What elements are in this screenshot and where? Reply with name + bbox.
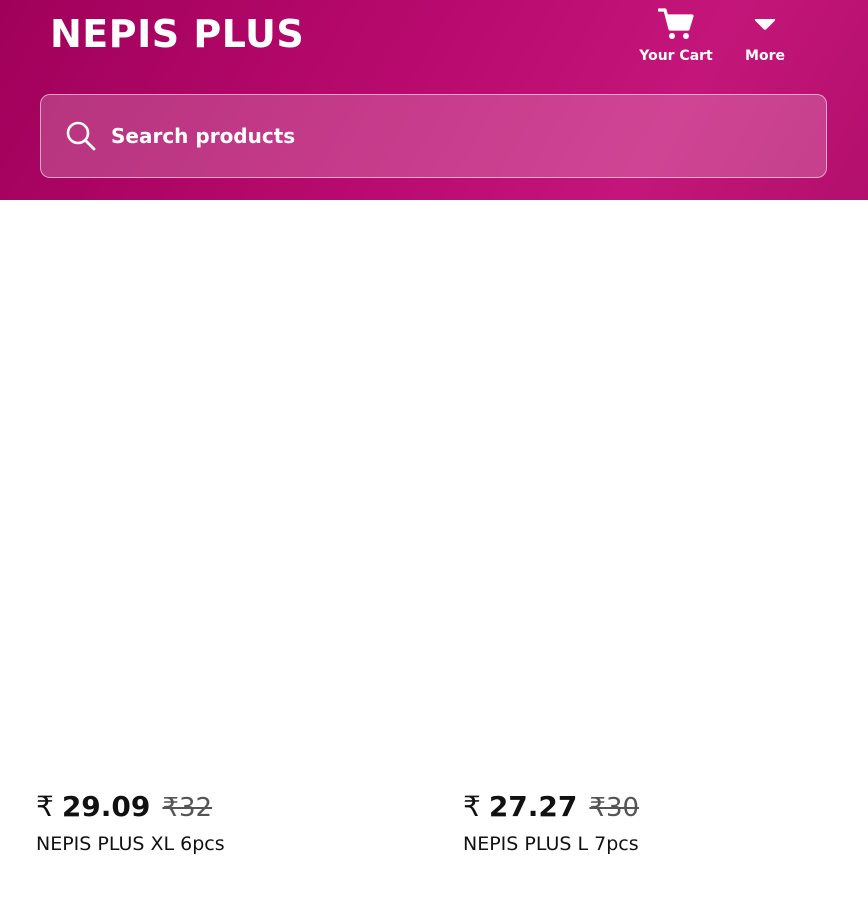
product-original-price: ₹32 (162, 793, 213, 823)
app-header: NEPIS PLUS Your Cart More (0, 0, 868, 200)
product-original-price: ₹30 (589, 793, 640, 823)
chevron-down-icon (753, 4, 777, 44)
currency-symbol: ₹ (36, 790, 54, 823)
search-icon (65, 120, 97, 152)
brand-logo-text[interactable]: NEPIS PLUS (50, 12, 304, 56)
cart-label: Your Cart (639, 48, 713, 64)
product-name[interactable]: NEPIS PLUS XL 6pcs (36, 833, 225, 855)
search-input[interactable] (111, 116, 826, 156)
product-name[interactable]: NEPIS PLUS L 7pcs (463, 833, 639, 855)
more-button[interactable]: More (735, 4, 795, 64)
product-price: 27.27 (488, 790, 578, 823)
price-row: ₹ 29.09 ₹32 (36, 790, 225, 823)
more-label: More (745, 48, 785, 64)
product-price: 29.09 (61, 790, 151, 823)
product-card[interactable]: ₹ 27.27 ₹30 NEPIS PLUS L 7pcs (463, 790, 639, 855)
search-bar[interactable] (40, 94, 827, 178)
cart-button[interactable]: Your Cart (638, 4, 714, 64)
cart-icon (658, 4, 694, 44)
currency-symbol: ₹ (463, 790, 481, 823)
price-row: ₹ 27.27 ₹30 (463, 790, 639, 823)
product-card[interactable]: ₹ 29.09 ₹32 NEPIS PLUS XL 6pcs (36, 790, 225, 855)
